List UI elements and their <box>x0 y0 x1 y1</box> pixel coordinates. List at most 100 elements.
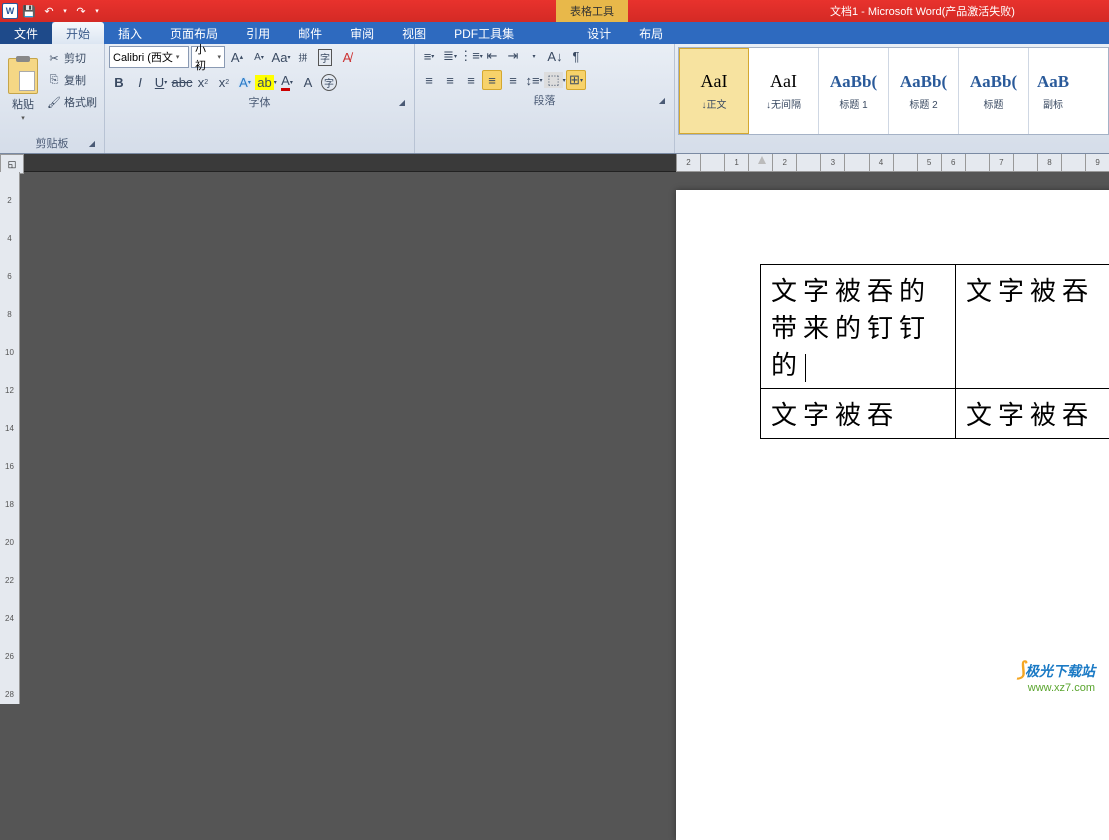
numbering-button[interactable]: ≣▾ <box>440 46 460 66</box>
redo-button[interactable]: ↷ <box>72 2 90 20</box>
phonetic-guide-button[interactable]: 拼 <box>293 47 313 67</box>
paste-label: 粘贴 <box>12 96 34 112</box>
table-row[interactable]: 文字被吞的带来的钉钉的 文字被吞 <box>761 265 1109 389</box>
styles-gallery[interactable]: AaI ↓正文 AaI ↓无间隔 AaBb( 标题 1 AaBb( 标题 2 A… <box>678 47 1109 135</box>
document-page[interactable]: 文字被吞的带来的钉钉的 文字被吞 文字被吞 文字被吞 <box>676 190 1109 840</box>
word-app-icon[interactable]: W <box>2 3 18 19</box>
style-no-spacing[interactable]: AaI ↓无间隔 <box>749 48 819 134</box>
style-heading2[interactable]: AaBb( 标题 2 <box>889 48 959 134</box>
change-case-button[interactable]: Aa▾ <box>271 47 291 67</box>
font-color-button[interactable]: A▾ <box>277 72 297 92</box>
paragraph-launcher[interactable]: ◢ <box>656 96 668 108</box>
align-center-button[interactable]: ≡ <box>440 70 460 90</box>
undo-dropdown[interactable]: ▾ <box>60 2 70 20</box>
tab-references[interactable]: 引用 <box>232 22 284 44</box>
grow-font-button[interactable]: A▴ <box>227 47 247 67</box>
tab-file[interactable]: 文件 <box>0 22 52 44</box>
save-button[interactable]: 💾 <box>20 2 38 20</box>
line-spacing-button[interactable]: ↕≡▾ <box>524 70 544 90</box>
style-preview: AaI <box>770 71 797 92</box>
style-heading1[interactable]: AaBb( 标题 1 <box>819 48 889 134</box>
italic-button[interactable]: I <box>130 72 150 92</box>
table-row[interactable]: 文字被吞 文字被吞 <box>761 389 1109 439</box>
tab-review[interactable]: 审阅 <box>336 22 388 44</box>
font-launcher[interactable]: ◢ <box>396 98 408 110</box>
style-normal[interactable]: AaI ↓正文 <box>679 48 749 134</box>
copy-button[interactable]: ⎘复制 <box>44 70 100 90</box>
bullets-button[interactable]: ≡▾ <box>419 46 439 66</box>
tab-home[interactable]: 开始 <box>52 22 104 44</box>
increase-indent-button[interactable]: ⇥ <box>503 46 523 66</box>
watermark-url: www.xz7.com <box>1017 682 1095 694</box>
ruler-corner[interactable]: ◱ <box>0 154 24 174</box>
ruler-tick: 9 <box>1085 154 1109 171</box>
shrink-font-button[interactable]: A▾ <box>249 47 269 67</box>
font-size-combo[interactable]: 小初▾ <box>191 46 225 68</box>
group-styles: AaI ↓正文 AaI ↓无间隔 AaBb( 标题 1 AaBb( 标题 2 A… <box>675 44 1109 153</box>
multilevel-list-button[interactable]: ⋮≡▾ <box>461 46 481 66</box>
ruler-tick: 6 <box>941 154 965 171</box>
sort-button[interactable]: A↓ <box>545 46 565 66</box>
group-font: Calibri (西文▾ 小初▾ A▴ A▾ Aa▾ 拼 字 A̸ B I U▾… <box>105 44 415 153</box>
align-right-button[interactable]: ≡ <box>461 70 481 90</box>
shading-button[interactable]: ⬚▾ <box>545 70 565 90</box>
font-name-combo[interactable]: Calibri (西文▾ <box>109 46 189 68</box>
cut-label: 剪切 <box>64 50 86 66</box>
strikethrough-button[interactable]: abc <box>172 72 192 92</box>
group-paragraph: ≡▾ ≣▾ ⋮≡▾ ⇤ ⇥ ▾ A↓ ¶ ≡ ≡ ≡ ≡ ≡ ↕≡▾ ⬚▾ ⊞▾… <box>415 44 675 153</box>
ruler-vertical[interactable]: 2 4 6 8 10 12 14 16 18 20 22 24 26 28 <box>0 172 20 704</box>
underline-button[interactable]: U▾ <box>151 72 171 92</box>
tab-mail[interactable]: 邮件 <box>284 22 336 44</box>
tab-pdf-tools[interactable]: PDF工具集 <box>440 22 528 44</box>
tab-table-design[interactable]: 设计 <box>573 22 625 44</box>
ruler-tick: 2 <box>772 154 796 171</box>
text-effects-button[interactable]: A▾ <box>235 72 255 92</box>
character-shading-button[interactable]: A <box>298 72 318 92</box>
superscript-button[interactable]: x2 <box>214 72 234 92</box>
paste-button[interactable]: 粘贴 ▾ <box>4 46 42 133</box>
align-left-button[interactable]: ≡ <box>419 70 439 90</box>
format-painter-button[interactable]: 🖌格式刷 <box>44 92 100 112</box>
clear-formatting-button[interactable]: A̸ <box>337 47 357 67</box>
table-cell[interactable]: 文字被吞 <box>761 389 956 439</box>
ruler-tick: 16 <box>5 457 14 476</box>
quick-access-toolbar: W 💾 ↶ ▾ ↷ ▾ <box>0 2 102 20</box>
style-name-label: ↓正文 <box>702 96 727 111</box>
subscript-button[interactable]: x2 <box>193 72 213 92</box>
tab-table-layout[interactable]: 布局 <box>625 22 677 44</box>
style-subtitle[interactable]: AaB 副标 <box>1029 48 1077 134</box>
borders-button[interactable]: ⊞▾ <box>566 70 586 90</box>
ruler-horizontal[interactable]: 2 1 2 3 4 5 6 7 8 9 <box>676 154 1109 172</box>
ruler-tick <box>1013 154 1037 171</box>
format-painter-label: 格式刷 <box>64 94 97 110</box>
show-marks-button[interactable]: ¶ <box>566 46 586 66</box>
ruler-tick: 2 <box>7 191 11 210</box>
undo-button[interactable]: ↶ <box>40 2 58 20</box>
tab-view[interactable]: 视图 <box>388 22 440 44</box>
ruler-tick <box>700 154 724 171</box>
bold-button[interactable]: B <box>109 72 129 92</box>
decrease-indent-button[interactable]: ⇤ <box>482 46 502 66</box>
character-border-button[interactable]: 字 <box>315 47 335 67</box>
clipboard-launcher[interactable]: ◢ <box>86 139 98 151</box>
tab-insert[interactable]: 插入 <box>104 22 156 44</box>
align-justify-button[interactable]: ≡ <box>482 70 502 90</box>
qat-customize-dropdown[interactable]: ▾ <box>92 2 102 20</box>
copy-icon: ⎘ <box>47 73 61 87</box>
enclose-characters-button[interactable]: 字 <box>319 72 339 92</box>
asian-layout-button[interactable]: ▾ <box>524 46 544 66</box>
highlight-button[interactable]: ab▾ <box>256 72 276 92</box>
table-cell[interactable]: 文字被吞 <box>956 265 1109 389</box>
document-table[interactable]: 文字被吞的带来的钉钉的 文字被吞 文字被吞 文字被吞 <box>760 264 1109 439</box>
distributed-button[interactable]: ≡ <box>503 70 523 90</box>
style-preview: AaBb( <box>900 72 947 92</box>
style-preview: AaB <box>1037 72 1069 92</box>
ruler-tick: 2 <box>676 154 700 171</box>
copy-label: 复制 <box>64 72 86 88</box>
style-title[interactable]: AaBb( 标题 <box>959 48 1029 134</box>
ruler-tick: 22 <box>5 571 14 590</box>
ruler-tick: 12 <box>5 381 14 400</box>
table-cell[interactable]: 文字被吞的带来的钉钉的 <box>761 265 956 389</box>
cut-button[interactable]: ✂剪切 <box>44 48 100 68</box>
table-cell[interactable]: 文字被吞 <box>956 389 1109 439</box>
